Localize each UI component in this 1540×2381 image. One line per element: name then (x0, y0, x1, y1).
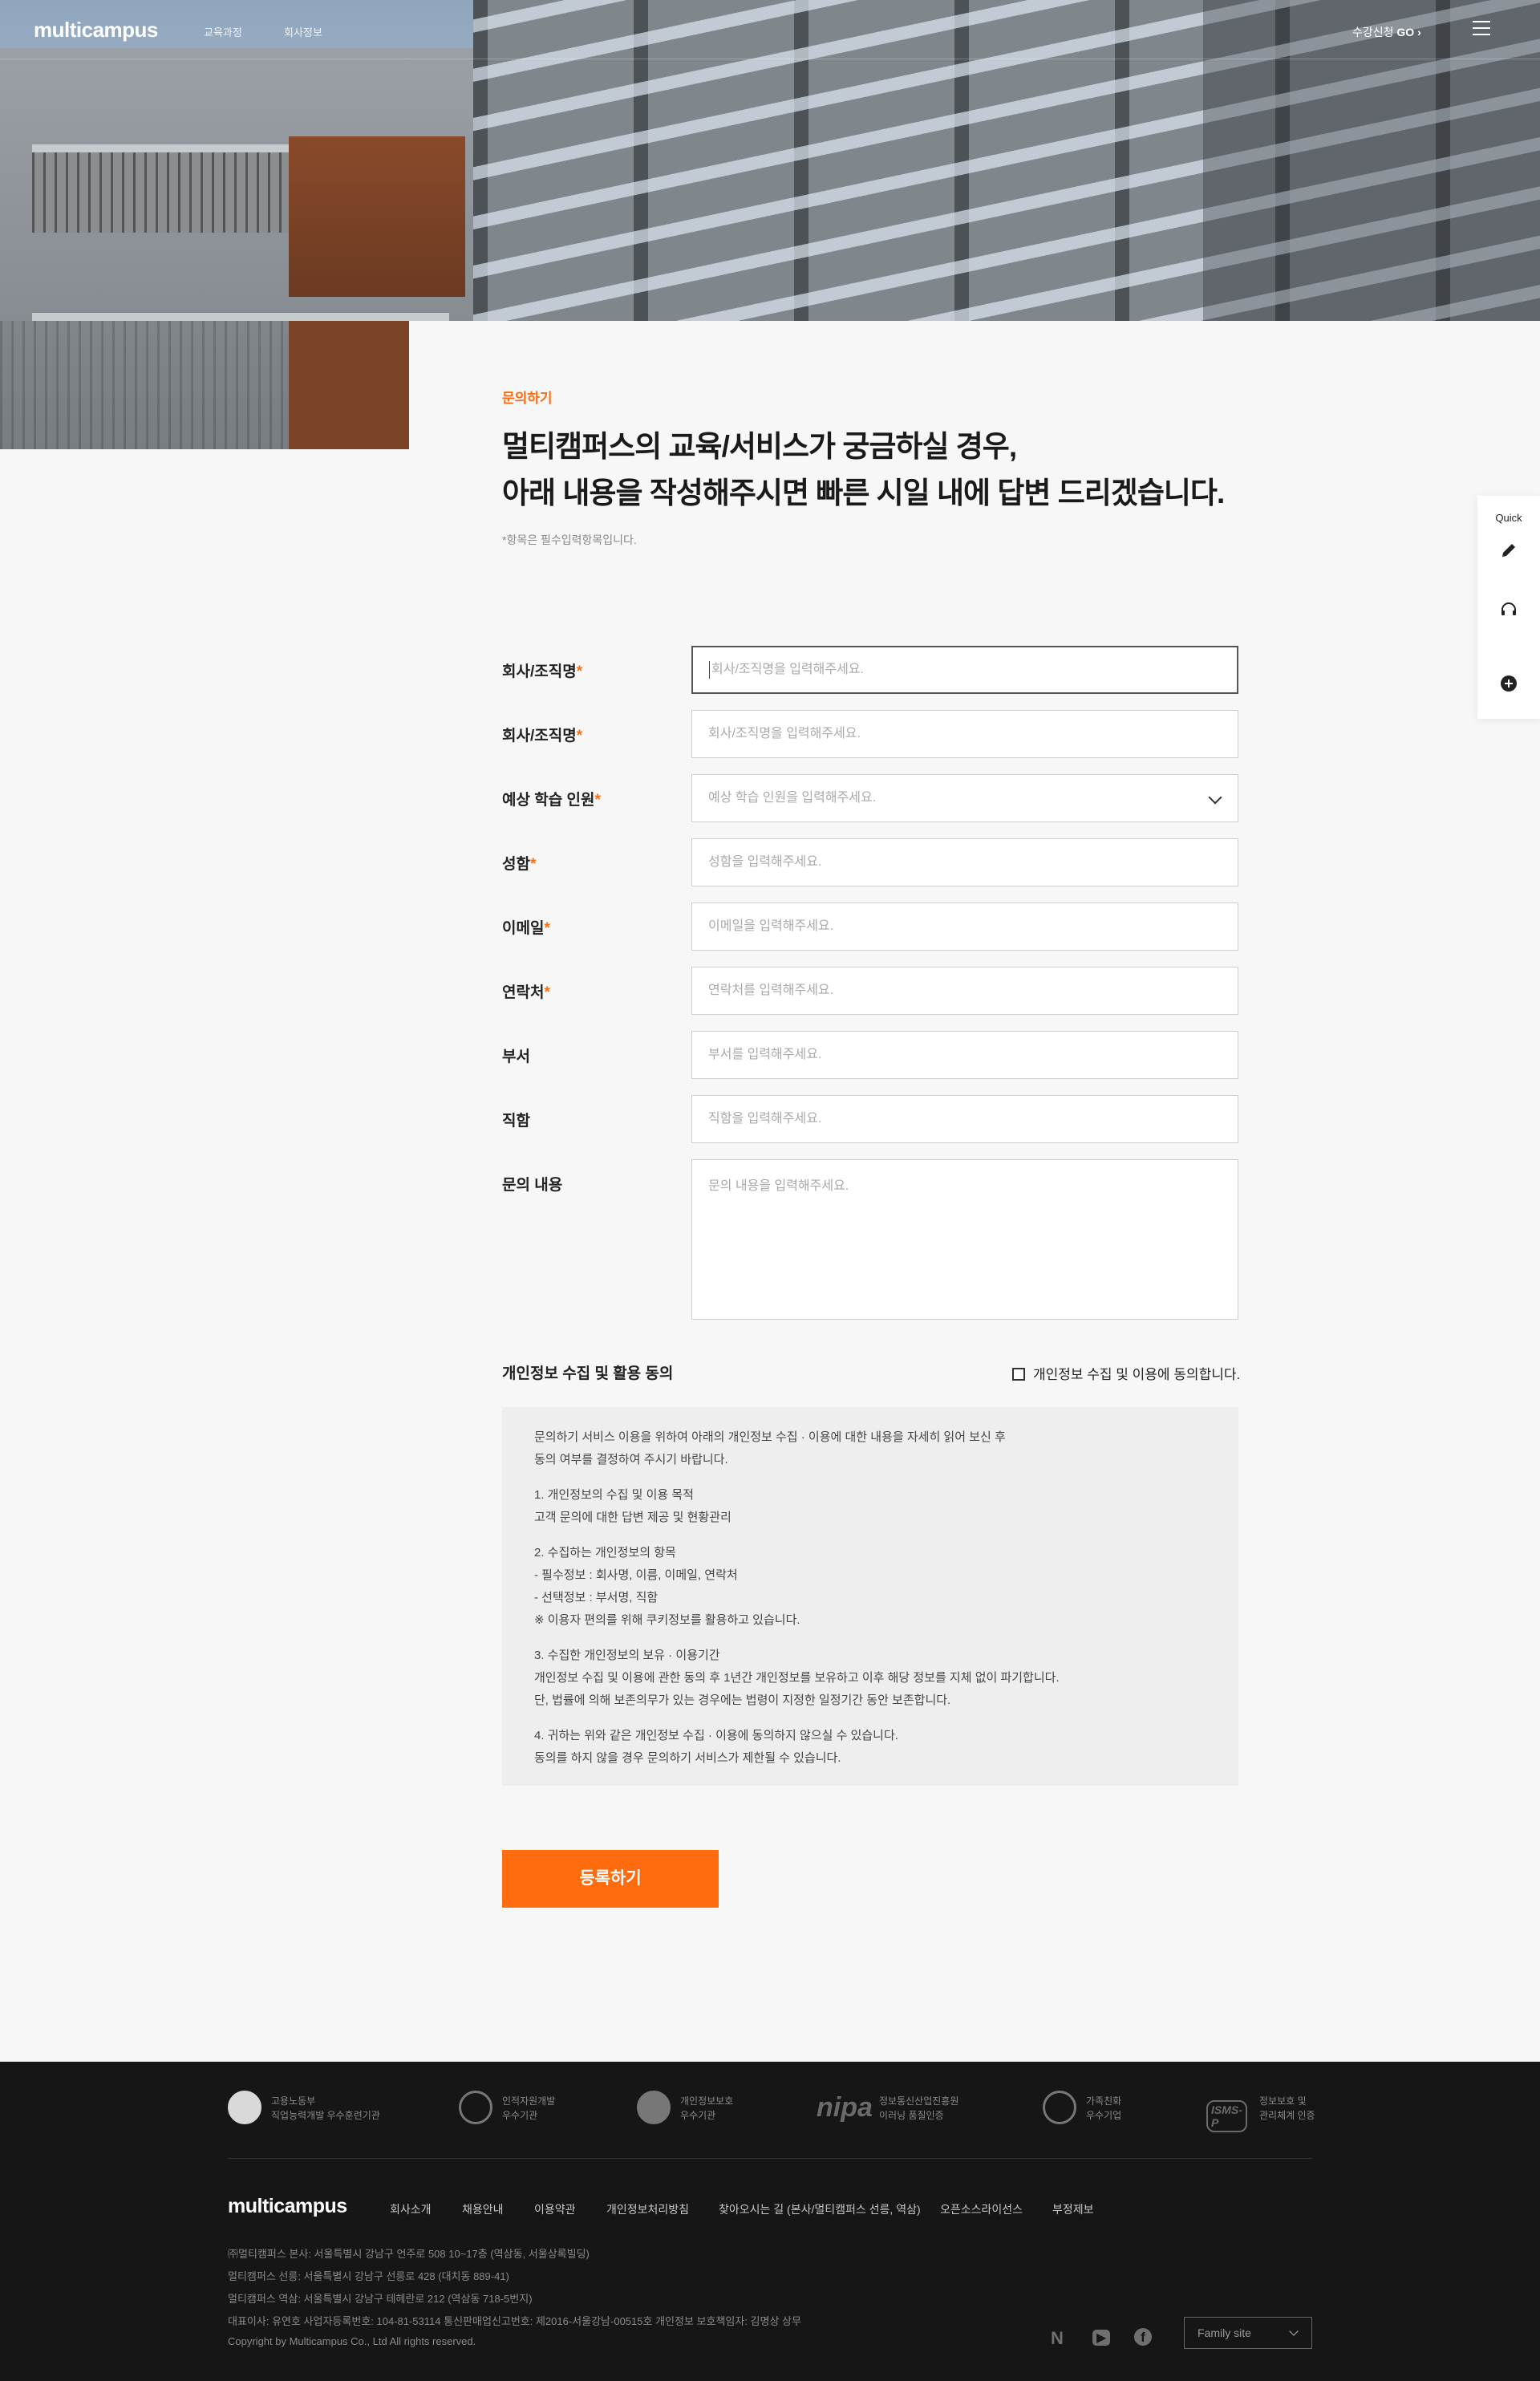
hero-panel (289, 136, 465, 297)
family-site-label: Family site (1198, 2326, 1251, 2339)
footer-link-careers[interactable]: 채용안내 (462, 2201, 504, 2217)
job-title-input[interactable]: 직함을 입력해주세요. (691, 1095, 1238, 1143)
footer-link-terms[interactable]: 이용약관 (534, 2201, 576, 2217)
hero-balcony (32, 313, 449, 321)
consent-paragraph: 2. 수집하는 개인정보의 항목 - 필수정보 : 회사명, 이름, 이메일, 연… (534, 1546, 800, 1627)
label-name: 성함* (502, 856, 537, 873)
phone-input[interactable]: 연락처를 입력해주세요. (691, 967, 1238, 1015)
footer-link-about[interactable]: 회사소개 (390, 2201, 432, 2217)
footer-logo[interactable]: multicampus (228, 2195, 347, 2218)
ministry-emblem-icon (228, 2091, 261, 2124)
footer-address: 멀티캠퍼스 역삼: 서울특별시 강남구 테헤란로 212 (역삼동 718-5번… (228, 2293, 533, 2305)
headset-icon[interactable] (1499, 600, 1518, 619)
footer-link-report[interactable]: 부정제보 (1052, 2201, 1094, 2217)
quick-menu: Quick (1477, 496, 1540, 719)
apply-label: 수강신청 (1352, 26, 1394, 39)
label-inquiry: 문의 내용 (502, 1177, 563, 1194)
label-department: 부서 (502, 1049, 530, 1065)
company-input-2[interactable]: 회사/조직명을 입력해주세요. (691, 710, 1238, 758)
submit-button[interactable]: 등록하기 (502, 1850, 719, 1908)
footer-link-opensource[interactable]: 오픈소스라이선스 (940, 2201, 1023, 2217)
required-note: *항목은 필수입력항목입니다. (502, 533, 637, 546)
nav-item-courses[interactable]: 교육과정 (204, 24, 242, 39)
seal-icon (459, 2091, 492, 2124)
footer-address: ㈜멀티캠퍼스 본사: 서울특별시 강남구 언주로 508 10~17층 (역삼동… (228, 2248, 590, 2260)
label-expected-learners: 예상 학습 인원* (502, 792, 601, 809)
footer-link-privacy[interactable]: 개인정보처리방침 (606, 2201, 689, 2217)
nipa-logo: nipa (817, 2092, 873, 2123)
page-title: 멀티캠퍼스의 교육/서비스가 궁금하실 경우, 아래 내용을 작성해주시면 빠른… (502, 424, 1225, 517)
apply-go-link[interactable]: 수강신청 GO › (1352, 24, 1421, 40)
site-header: multicampus 교육과정 회사정보 수강신청 GO › (0, 0, 1540, 59)
site-logo[interactable]: multicampus (34, 18, 158, 43)
checkbox-icon[interactable] (1012, 1368, 1025, 1381)
consent-paragraph: 3. 수집한 개인정보의 보유 · 이용기간 개인정보 수집 및 이용에 관한 동… (534, 1649, 1060, 1707)
consent-checkbox[interactable]: 개인정보 수집 및 이용에 동의합니다. (1012, 1363, 1240, 1383)
privacy-seal-icon (637, 2091, 671, 2124)
hero-image-tail (0, 321, 409, 449)
email-input[interactable]: 이메일을 입력해주세요. (691, 903, 1238, 951)
chevron-right-icon: › (1417, 26, 1421, 39)
chevron-down-icon (1208, 790, 1222, 805)
consent-terms-box: 문의하기 서비스 이용을 위하여 아래의 개인정보 수집 · 이용에 대한 내용… (502, 1407, 1238, 1786)
footer-divider (228, 2158, 1312, 2159)
youtube-icon[interactable]: ▶ (1092, 2330, 1111, 2346)
hamburger-menu-icon[interactable] (1473, 21, 1490, 35)
footer-address: 멀티캠퍼스 선릉: 서울특별시 강남구 선릉로 428 (대치동 889-41) (228, 2270, 509, 2282)
chevron-down-icon (1289, 2326, 1299, 2336)
isms-p-logo: ISMS-P (1206, 2100, 1247, 2132)
expected-learners-select[interactable]: 예상 학습 인원을 입력해주세요. (691, 774, 1238, 822)
consent-title: 개인정보 수집 및 활용 동의 (502, 1365, 674, 1382)
facebook-icon[interactable]: f (1134, 2328, 1152, 2346)
consent-paragraph: 1. 개인정보의 수집 및 이용 목적 고객 문의에 대한 답변 제공 및 현황관… (534, 1488, 732, 1524)
company-input[interactable]: 회사/조직명을 입력해주세요. (691, 646, 1238, 694)
label-email: 이메일* (502, 920, 550, 937)
consent-paragraph: 문의하기 서비스 이용을 위하여 아래의 개인정보 수집 · 이용에 대한 내용… (534, 1430, 1006, 1466)
title-line-2: 아래 내용을 작성해주시면 빠른 시일 내에 답변 드리겠습니다. (502, 477, 1225, 509)
family-friendly-seal-icon (1043, 2091, 1076, 2124)
plus-circle-icon[interactable] (1499, 674, 1518, 693)
quick-title: Quick (1495, 512, 1522, 524)
name-input[interactable]: 성함을 입력해주세요. (691, 838, 1238, 886)
footer-copyright: Copyright by Multicampus Co., Ltd All ri… (228, 2335, 476, 2347)
title-line-1: 멀티캠퍼스의 교육/서비스가 궁금하실 경우, (502, 430, 1017, 463)
pencil-icon[interactable] (1499, 541, 1518, 560)
label-job-title: 직함 (502, 1113, 530, 1130)
consent-checkbox-label: 개인정보 수집 및 이용에 동의합니다. (1033, 1367, 1241, 1382)
label-phone: 연락처* (502, 984, 550, 1001)
footer-link-directions[interactable]: 찾아오시는 길 (본사/멀티캠퍼스 선릉, 역삼) (719, 2201, 921, 2217)
hero-panel (289, 321, 409, 449)
family-site-select[interactable]: Family site (1184, 2317, 1312, 2349)
label-company-2: 회사/조직명* (502, 728, 583, 744)
consent-paragraph: 4. 귀하는 위와 같은 개인정보 수집 · 이용에 동의하지 않으실 수 있습… (534, 1729, 898, 1765)
department-input[interactable]: 부서를 입력해주세요. (691, 1031, 1238, 1079)
footer-business-info: 대표이사: 유연호 사업자등록번호: 104-81-53114 통신판매업신고번… (228, 2315, 801, 2327)
apply-go-text: GO (1396, 26, 1415, 39)
naver-blog-icon[interactable]: N (1051, 2328, 1064, 2349)
page-eyebrow: 문의하기 (502, 391, 553, 406)
label-company: 회사/조직명* (502, 663, 583, 680)
nav-item-company[interactable]: 회사정보 (284, 24, 322, 39)
inquiry-textarea[interactable]: 문의 내용을 입력해주세요. (691, 1159, 1238, 1320)
